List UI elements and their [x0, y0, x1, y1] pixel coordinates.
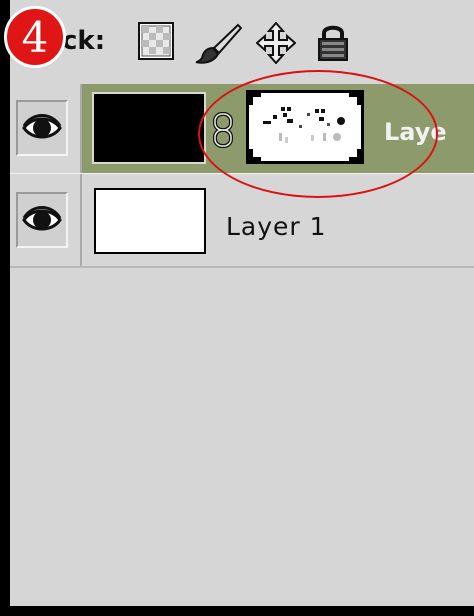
visibility-cell — [10, 84, 82, 174]
layers-empty-area — [10, 268, 474, 606]
layer-row[interactable]: Layer 1 — [10, 174, 474, 266]
lock-toolbar: ck: — [10, 0, 474, 84]
layer-name[interactable]: Layer 1 — [226, 212, 327, 241]
visibility-cell — [10, 174, 82, 266]
visibility-toggle[interactable] — [16, 100, 68, 156]
screenshot-frame: ck: Laye Layer 1 4 — [0, 0, 474, 616]
highlight-ellipse — [198, 70, 438, 198]
lock-position-icon[interactable] — [255, 21, 297, 69]
step-number: 4 — [21, 13, 49, 62]
eye-icon — [22, 206, 62, 231]
lock-label: ck: — [62, 26, 106, 56]
step-badge: 4 — [4, 6, 66, 68]
layers-panel: ck: Laye Layer 1 — [10, 0, 474, 606]
layer-thumbnail[interactable] — [94, 188, 206, 254]
lock-transparent-pixels-icon[interactable] — [138, 22, 174, 65]
lock-image-pixels-icon[interactable] — [194, 22, 243, 69]
visibility-toggle[interactable] — [16, 192, 68, 248]
layer-thumbnail[interactable] — [92, 92, 206, 164]
eye-icon — [22, 114, 62, 139]
lock-all-icon[interactable] — [316, 22, 350, 67]
